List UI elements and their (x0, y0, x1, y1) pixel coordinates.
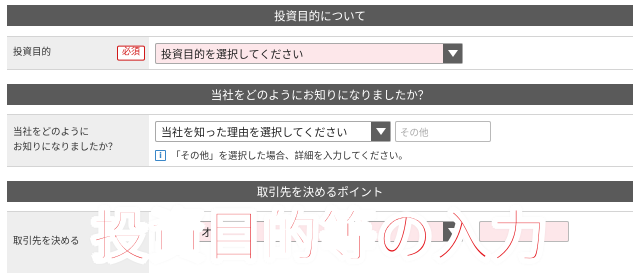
field-label-purpose: 投資目的 (13, 46, 52, 58)
chevron-down-icon[interactable] (443, 44, 462, 63)
referral-other-placeholder: その他 (400, 127, 429, 139)
section-header-referral: 当社をどのようにお知りになりましたか？ (7, 84, 633, 105)
field-value-cell-purpose: 投資目的を選択してください (149, 37, 633, 69)
referral-note: i 「その他」を選択した場合、詳細を入力してください。 (155, 148, 408, 162)
form-row-referral: 当社をどのように お知りになりましたか？ 当社を知った理由を選択してください そ… (7, 114, 633, 167)
form-row-purpose: 投資目的 必須 投資目的を選択してください (7, 36, 633, 70)
purpose-select[interactable]: 投資目的を選択してください (155, 43, 463, 64)
chevron-down-icon[interactable] (371, 122, 390, 141)
field-value-cell-referral: 当社を知った理由を選択してください その他 i 「その他」を選択した場合、詳細を… (149, 115, 633, 166)
purpose-select-value: 投資目的を選択してください (161, 47, 304, 61)
section-header-referral-label: 当社をどのようにお知りになりましたか？ (210, 87, 430, 102)
section-header-purpose-label: 投資目的について (274, 8, 366, 23)
field-label-cell-purpose: 投資目的 必須 (7, 37, 149, 69)
referral-select[interactable]: 当社を知った理由を選択してください (155, 121, 391, 142)
required-badge: 必須 (116, 45, 145, 61)
referral-note-text: 「その他」を選択した場合、詳細を入力してください。 (171, 151, 408, 162)
field-label-cell-referral: 当社をどのように お知りになりましたか？ (7, 115, 149, 166)
section-header-purpose: 投資目的について (7, 5, 633, 26)
field-label-referral-line1: 当社をどのように (13, 127, 90, 139)
field-label-referral-line2: お知りになりましたか？ (13, 141, 118, 153)
info-icon: i (155, 149, 166, 161)
referral-other-input[interactable]: その他 (395, 121, 491, 142)
overlay-title: 投資目的等の入力 (91, 204, 548, 271)
referral-select-value: 当社を知った理由を選択してください (161, 125, 348, 139)
